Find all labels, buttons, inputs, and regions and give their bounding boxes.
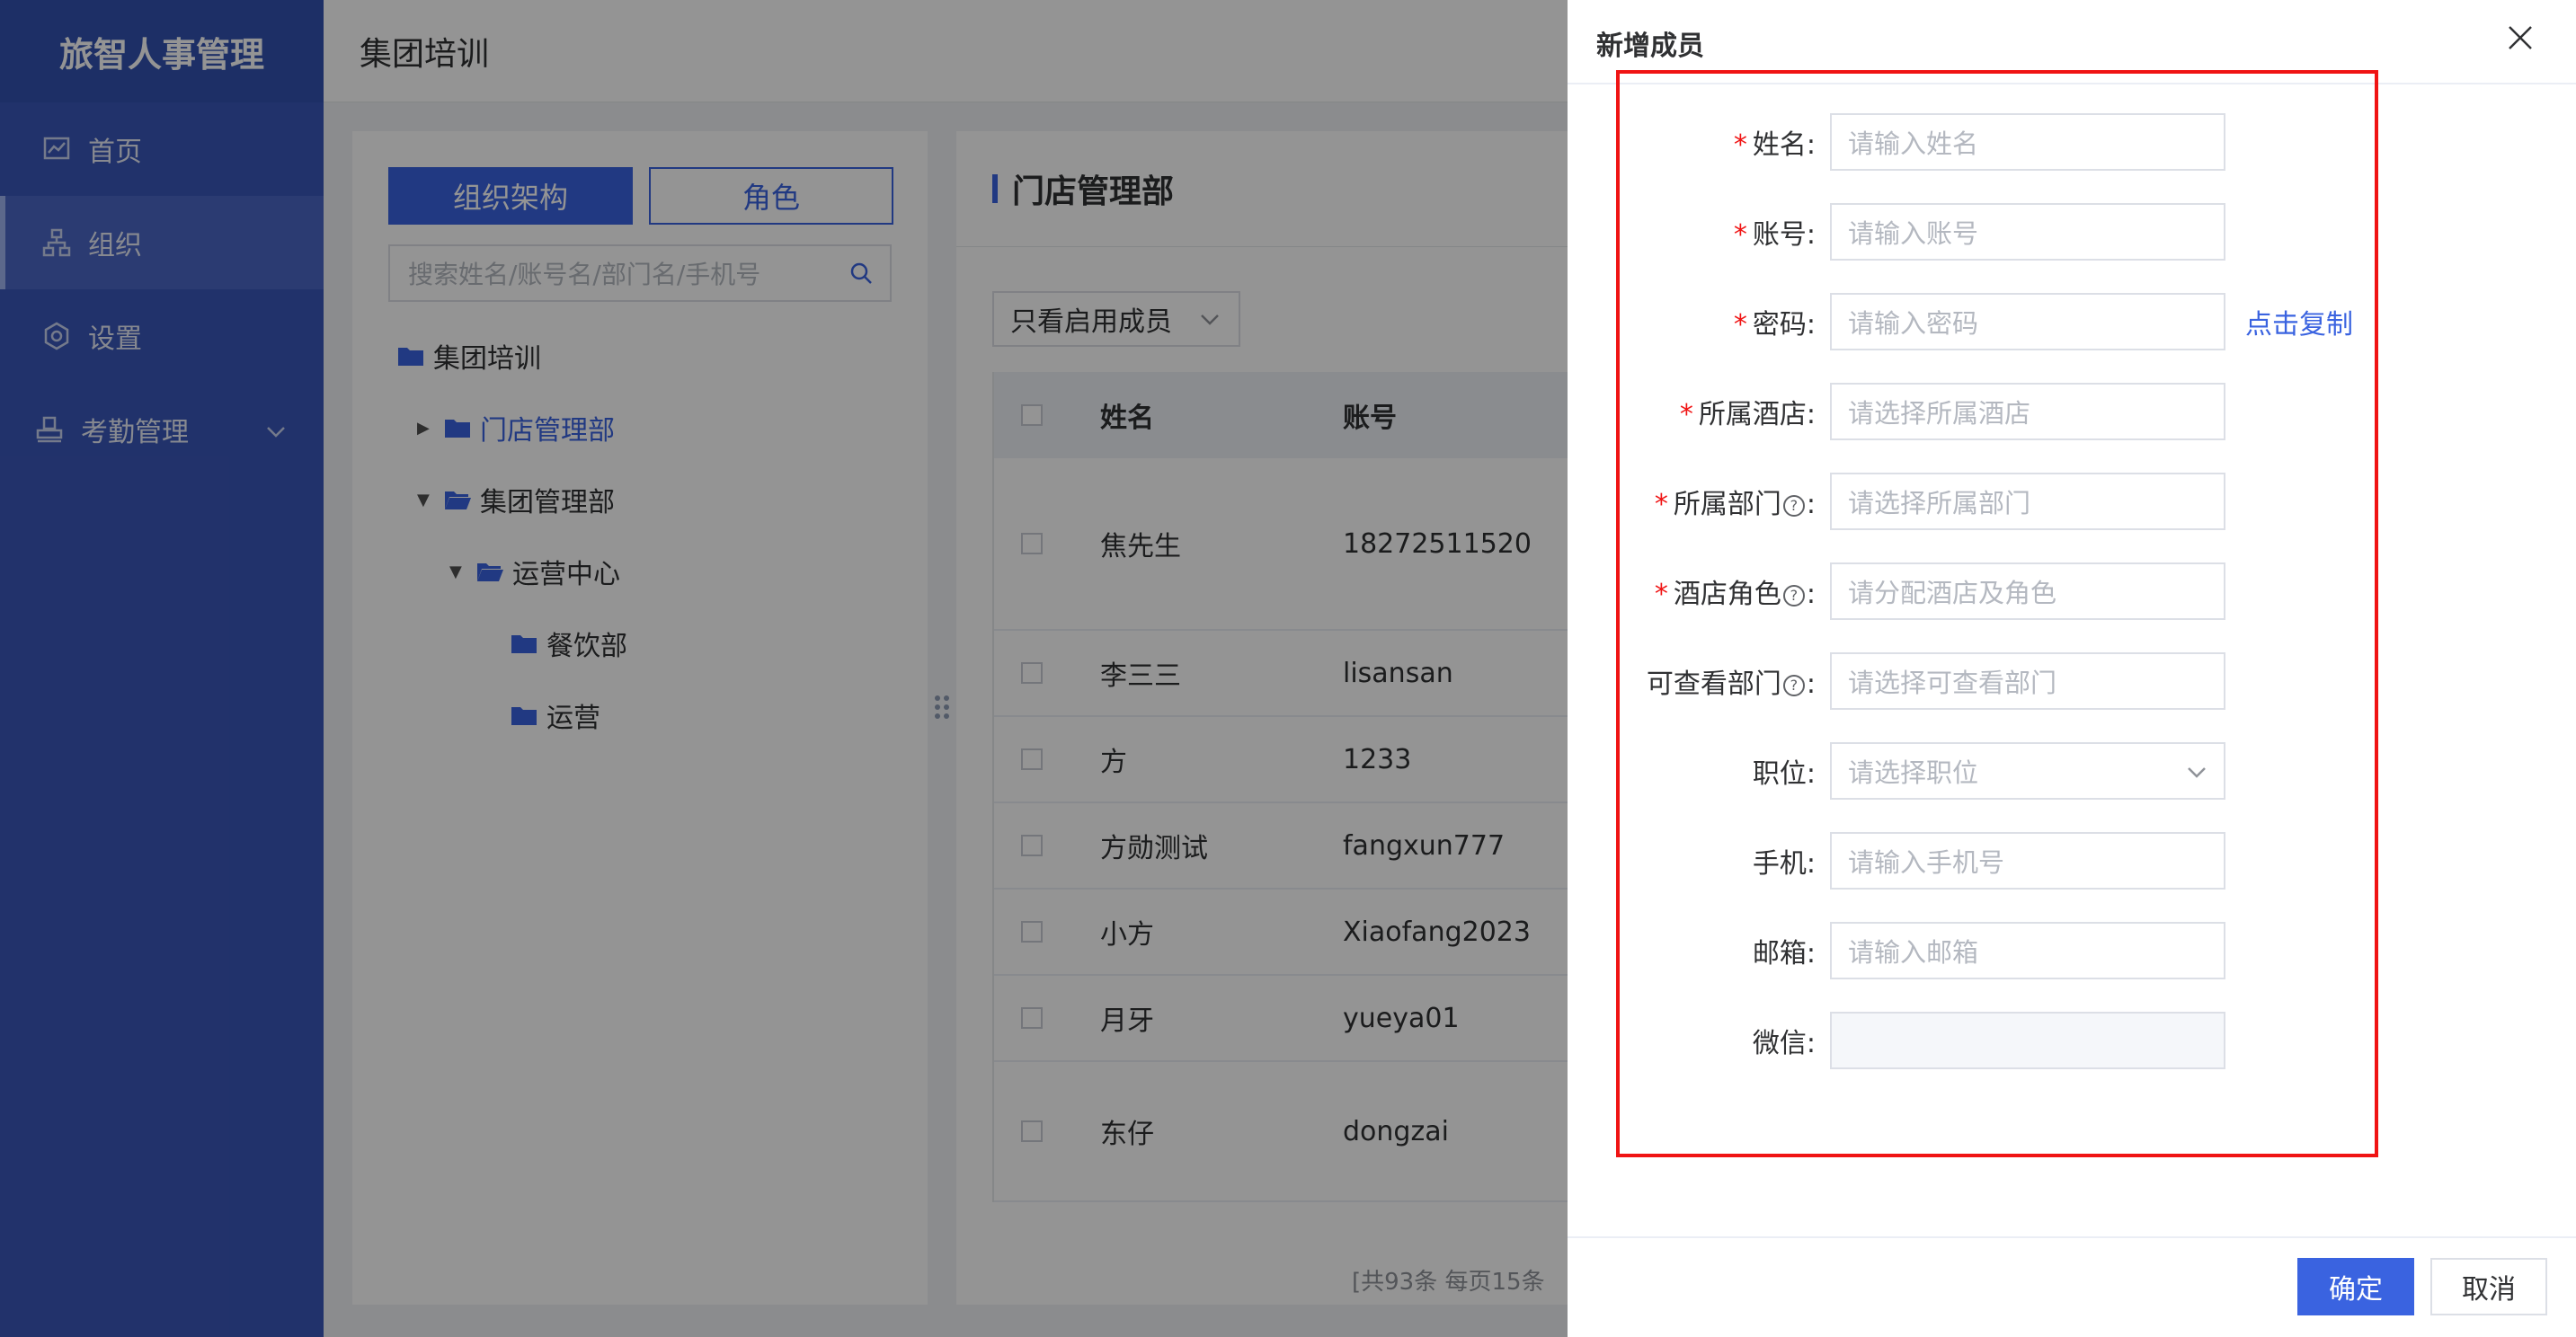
close-icon[interactable] <box>2502 20 2538 56</box>
modal-overlay[interactable] <box>0 0 1568 1337</box>
highlight-frame <box>1616 70 2378 1157</box>
confirm-button[interactable]: 确定 <box>2297 1258 2414 1315</box>
add-member-drawer: 新增成员 * 姓名: 请输入姓名 * 账号: 请输入账号 * 密码: 请输入密码 点击… <box>1568 0 2576 1337</box>
drawer-title: 新增成员 <box>1596 31 1704 62</box>
cancel-button[interactable]: 取消 <box>2430 1258 2547 1315</box>
